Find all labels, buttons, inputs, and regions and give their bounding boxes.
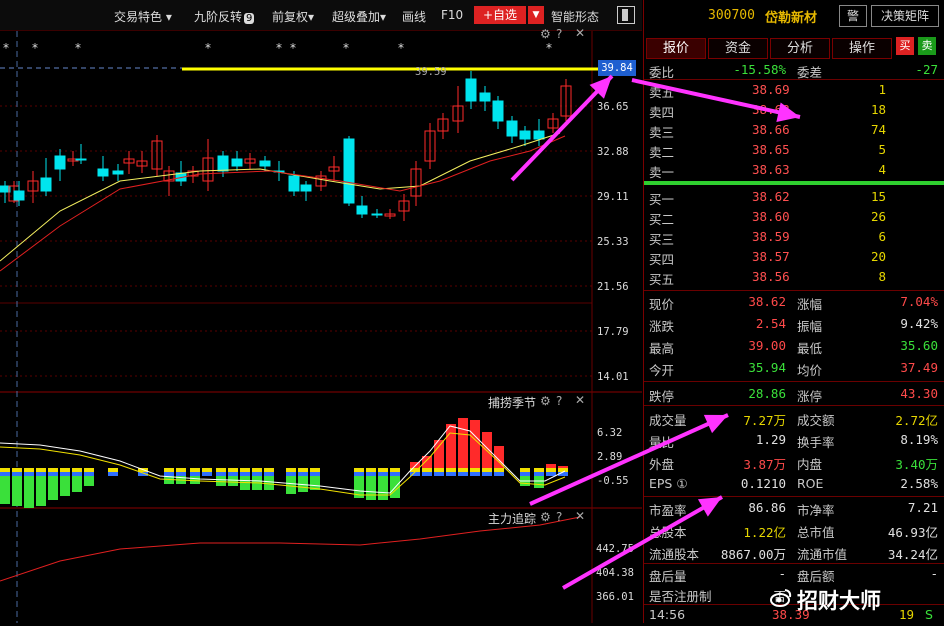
arrow-icon xyxy=(529,413,729,506)
arrow-icon xyxy=(631,78,801,123)
arrow-icon xyxy=(510,74,614,182)
annotation-arrows xyxy=(510,74,801,590)
arrow-icon xyxy=(562,495,723,590)
